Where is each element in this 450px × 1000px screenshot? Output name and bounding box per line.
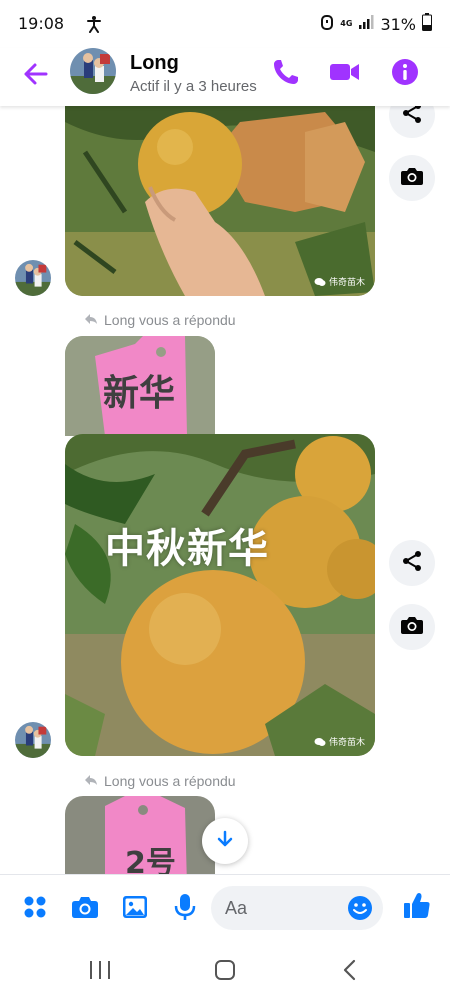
microphone-icon[interactable] xyxy=(170,892,200,922)
tag-text: 新华 xyxy=(103,373,176,414)
contact-name[interactable]: Long xyxy=(130,52,179,75)
recent-apps-icon[interactable] xyxy=(86,958,114,982)
apps-grid-icon[interactable] xyxy=(20,892,50,922)
messenger-screen: 19:08 4G 31% Long Actif il y a 3 heures … xyxy=(0,0,450,1000)
arrow-down-icon xyxy=(215,829,235,854)
replied-photo-thumbnail[interactable]: 新华 xyxy=(65,336,215,436)
gallery-icon[interactable] xyxy=(120,892,150,922)
status-bar: 19:08 4G 31% xyxy=(0,0,450,48)
contact-status: Actif il y a 3 heures xyxy=(130,78,257,95)
camera-icon xyxy=(400,614,424,641)
share-icon xyxy=(401,106,423,129)
video-camera-icon[interactable] xyxy=(328,56,360,88)
accessibility-icon xyxy=(86,15,102,38)
reply-label: Long vous a répondu xyxy=(84,312,236,328)
camera-reply-button[interactable] xyxy=(389,155,435,201)
tag-text: 2号 xyxy=(125,846,176,874)
photo-watermark: 伟奇苗木 xyxy=(314,275,365,288)
pear-photo-1[interactable]: 伟奇苗木 xyxy=(65,106,375,296)
replied-photo-thumbnail[interactable]: 2号 xyxy=(65,796,215,874)
thumbs-up-icon[interactable] xyxy=(402,890,432,920)
photo-watermark: 伟奇苗木 xyxy=(314,735,365,748)
battery-percent: 31% xyxy=(380,14,416,34)
system-back-icon[interactable] xyxy=(336,958,364,982)
camera-reply-button[interactable] xyxy=(389,604,435,650)
signal-icon xyxy=(358,14,374,34)
pear-photo-2[interactable]: 中秋新华 伟奇苗木 xyxy=(65,434,375,756)
wechat-icon xyxy=(314,277,326,287)
emoji-icon[interactable] xyxy=(347,895,373,921)
camera-icon xyxy=(400,165,424,192)
conversation-header: Long Actif il y a 3 heures xyxy=(0,48,450,106)
share-button[interactable] xyxy=(389,540,435,586)
contact-avatar[interactable] xyxy=(70,48,116,94)
back-arrow-icon[interactable] xyxy=(20,58,52,90)
phone-icon[interactable] xyxy=(270,56,302,88)
network-label: 4G xyxy=(340,19,353,28)
reply-arrow-icon xyxy=(84,312,98,328)
home-icon[interactable] xyxy=(211,958,239,982)
sender-avatar[interactable] xyxy=(15,260,51,296)
wechat-icon xyxy=(314,737,326,747)
share-icon xyxy=(401,550,423,577)
reply-label: Long vous a répondu xyxy=(84,773,236,789)
system-nav-bar xyxy=(0,940,450,1000)
alarm-icon xyxy=(320,13,334,35)
message-list[interactable]: 伟奇苗木 Long vous a répondu 新华 中秋新华 伟奇苗木 Lo… xyxy=(0,106,450,874)
photo-caption-overlay: 中秋新华 xyxy=(105,526,269,572)
reply-arrow-icon xyxy=(84,773,98,789)
scroll-to-bottom-button[interactable] xyxy=(202,818,248,864)
sender-avatar[interactable] xyxy=(15,722,51,758)
camera-icon[interactable] xyxy=(70,892,100,922)
share-button[interactable] xyxy=(389,106,435,138)
message-input-box[interactable] xyxy=(211,886,383,930)
status-time: 19:08 xyxy=(18,14,65,33)
status-right: 4G 31% xyxy=(320,13,432,35)
message-input[interactable] xyxy=(225,886,335,930)
message-composer xyxy=(0,874,450,940)
info-icon[interactable] xyxy=(389,56,421,88)
battery-icon xyxy=(422,13,432,35)
